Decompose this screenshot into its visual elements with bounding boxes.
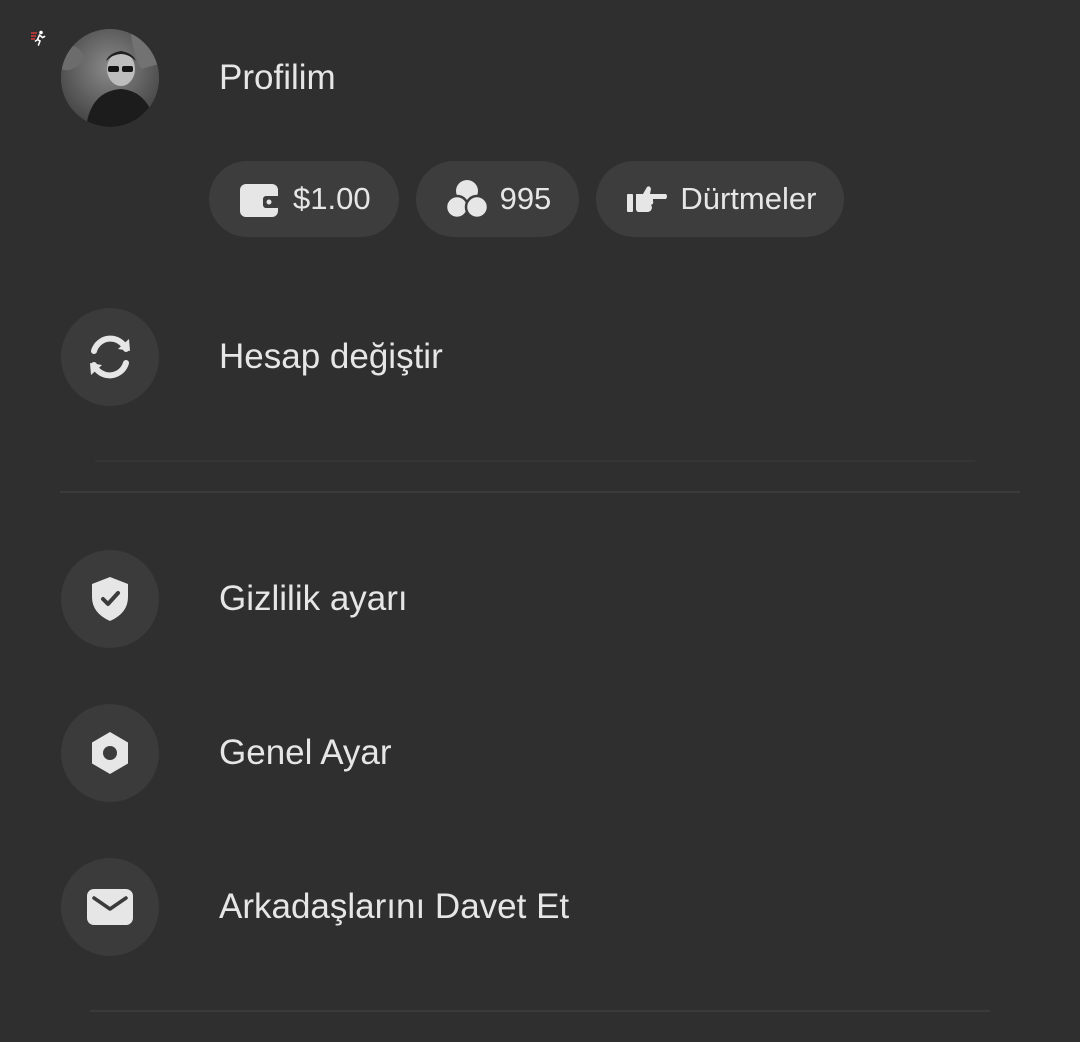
profile-row[interactable]: Profilim [61,28,336,128]
hexagon-settings-icon [92,732,128,774]
privacy-settings-item[interactable]: Gizlilik ayarı [61,549,408,649]
sync-icon [90,335,130,379]
wallet-chip[interactable]: $1.00 [209,161,399,237]
shield-check-icon [92,577,128,621]
invite-friends-item[interactable]: Arkadaşlarını Davet Et [61,857,569,957]
general-settings-icon-wrap[interactable] [61,704,159,802]
general-settings-item[interactable]: Genel Ayar [61,703,392,803]
coins-chip[interactable]: 995 [415,161,580,237]
invite-icon-wrap[interactable] [61,858,159,956]
divider [95,460,975,462]
hand-pointing-icon [627,186,668,212]
profile-stats: $1.00 995 Dürtmeler [209,161,845,237]
profile-title[interactable]: Profilim [219,58,336,98]
running-person-badge-icon [31,30,46,46]
pokes-label: Dürtmeler [680,181,817,216]
privacy-settings-label[interactable]: Gizlilik ayarı [219,579,408,619]
pokes-chip[interactable]: Dürtmeler [596,161,845,237]
avatar-photo [61,29,159,127]
envelope-icon [87,889,133,925]
divider [90,1010,990,1012]
general-settings-label[interactable]: Genel Ayar [219,733,392,773]
privacy-icon-wrap[interactable] [61,550,159,648]
switch-account-item[interactable]: Hesap değiştir [61,307,443,407]
switch-account-label[interactable]: Hesap değiştir [219,337,443,377]
switch-account-icon-wrap[interactable] [61,308,159,406]
avatar[interactable] [61,29,159,127]
wallet-amount: $1.00 [293,181,371,216]
invite-friends-label[interactable]: Arkadaşlarını Davet Et [219,887,569,927]
divider [60,491,1020,493]
coins-count: 995 [499,181,552,216]
coins-icon [445,180,488,219]
wallet-icon [240,184,280,217]
